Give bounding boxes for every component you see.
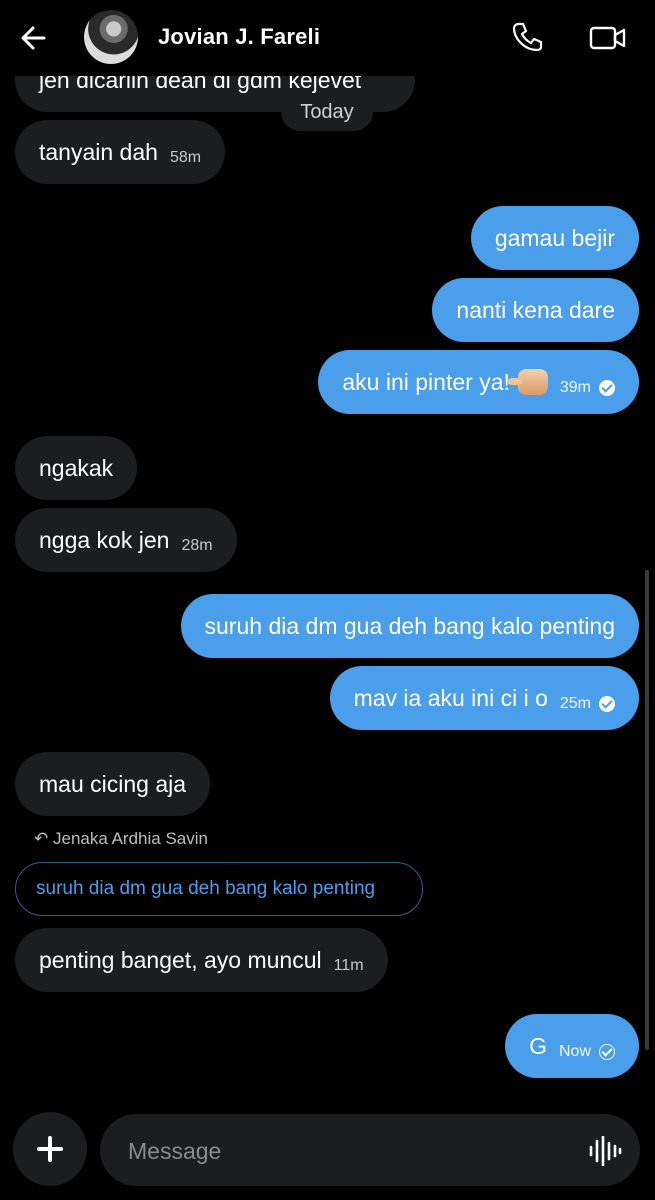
- composer-bar: [0, 1100, 655, 1200]
- date-separator: Today: [281, 93, 373, 131]
- video-camera-icon[interactable]: [588, 22, 628, 54]
- reply-header: ↶ Jenaka Ardhia Savin: [34, 829, 208, 849]
- reply-arrow-icon: ↶: [34, 829, 49, 848]
- scrollbar[interactable]: [645, 570, 649, 1050]
- message-outgoing[interactable]: gamau bejir: [470, 206, 639, 270]
- pointing-fist-emoji: [507, 369, 548, 395]
- message-text: aku ini pinter ya!: [342, 368, 510, 395]
- message-outgoing[interactable]: mav ia aku ini ci i o 25m: [329, 666, 639, 730]
- message-timestamp: 39m: [559, 379, 591, 396]
- message-incoming[interactable]: ngga kok jen 28m: [15, 508, 237, 572]
- message-outgoing[interactable]: G Now: [505, 1014, 639, 1078]
- message-timestamp: 11m: [333, 957, 364, 974]
- message-outgoing[interactable]: aku ini pinter ya! 39m: [318, 350, 639, 414]
- message-incoming[interactable]: tanyain dah 58m: [15, 120, 226, 184]
- message-thread[interactable]: jen dicariin dean di gdm kejevet Today t…: [0, 0, 655, 1100]
- reply-author: Jenaka Ardhia Savin: [52, 829, 208, 848]
- message-text: tanyain dah: [39, 138, 158, 165]
- message-timestamp: Now: [558, 1043, 591, 1060]
- message-text: G: [529, 1032, 547, 1059]
- chat-header: Jovian J. Fareli: [0, 0, 655, 76]
- message-text: mav ia aku ini ci i o: [353, 684, 548, 711]
- message-incoming[interactable]: mau cicing aja: [15, 752, 211, 816]
- sent-check-icon: [599, 1044, 615, 1060]
- quoted-text: suruh dia dm gua deh bang kalo penting: [36, 878, 376, 899]
- message-incoming[interactable]: ngakak: [15, 436, 138, 500]
- message-incoming[interactable]: penting banget, ayo muncul 11m: [15, 928, 388, 992]
- read-check-icon: [599, 380, 615, 396]
- message-timestamp: 58m: [169, 149, 202, 166]
- message-timestamp: 25m: [559, 695, 591, 712]
- message-input[interactable]: [126, 1114, 570, 1188]
- message-text: ngga kok jen: [39, 526, 170, 553]
- message-text: nanti kena dare: [456, 296, 615, 323]
- message-text: penting banget, ayo muncul: [39, 946, 322, 973]
- contact-name[interactable]: Jovian J. Fareli: [158, 24, 320, 50]
- message-text: mau cicing aja: [39, 770, 187, 797]
- back-arrow-icon[interactable]: [16, 20, 52, 56]
- phone-icon[interactable]: [510, 20, 544, 54]
- read-check-icon: [599, 696, 615, 712]
- message-text: suruh dia dm gua deh bang kalo penting: [204, 612, 615, 639]
- message-text: ngakak: [39, 454, 114, 481]
- message-input-container[interactable]: [100, 1114, 640, 1188]
- message-outgoing[interactable]: suruh dia dm gua deh bang kalo penting: [180, 594, 639, 658]
- quoted-message[interactable]: suruh dia dm gua deh bang kalo penting: [15, 862, 423, 916]
- voice-waveform-icon[interactable]: [588, 1136, 622, 1166]
- message-timestamp: 28m: [181, 537, 213, 554]
- avatar[interactable]: [84, 10, 138, 64]
- add-attachment-button[interactable]: [13, 1112, 87, 1186]
- message-text: gamau bejir: [494, 224, 615, 251]
- message-outgoing[interactable]: nanti kena dare: [432, 278, 639, 342]
